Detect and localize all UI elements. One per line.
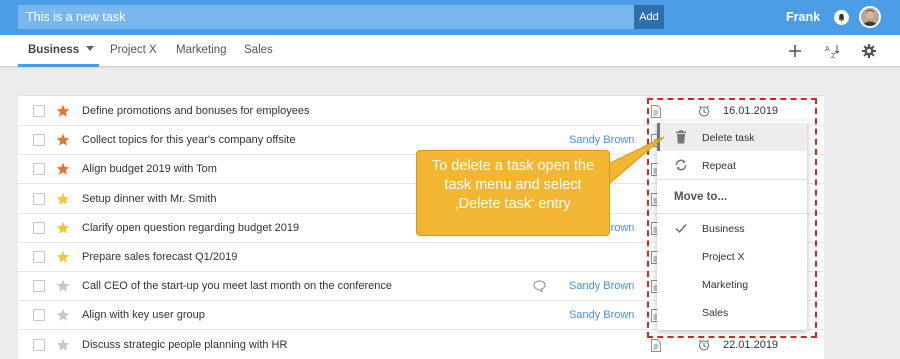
task-title[interactable]: Discuss strategic people planning with H… [82,339,287,351]
chevron-down-icon [86,46,95,51]
task-checkbox[interactable] [33,309,45,322]
star-icon[interactable] [56,308,70,322]
checkmark-icon [675,224,687,234]
svg-text:A: A [825,46,830,53]
move-to-project-x-item[interactable]: Project X [657,242,807,270]
list-tab-bar: Business Project X Marketing Sales A Z [0,35,900,67]
star-icon[interactable] [56,221,70,235]
active-tab-indicator [18,64,99,67]
task-assignee[interactable]: Sandy Brown [569,134,634,146]
task-title[interactable]: Setup dinner with Mr. Smith [82,193,217,205]
note-icon[interactable] [651,338,661,352]
move-to-sales-item[interactable]: Sales [657,298,807,326]
svg-text:Z: Z [831,53,836,59]
alarm-clock-icon [698,105,710,117]
task-title[interactable]: Define promotions and bonuses for employ… [82,105,309,117]
menu-item-label: Marketing [702,279,749,291]
callout-line: To delete a task open the [431,158,595,174]
menu-item-label: Project X [702,251,745,263]
task-checkbox[interactable] [33,134,45,147]
bell-icon[interactable] [834,10,849,25]
tab-sales[interactable]: Sales [244,44,273,56]
move-to-marketing-item[interactable]: Marketing [657,270,807,298]
tab-business[interactable]: Business [28,44,95,56]
gear-icon[interactable] [861,43,877,59]
star-icon[interactable] [56,192,70,206]
menu-item-label: Repeat [702,160,736,172]
task-title[interactable]: Call CEO of the start-up you meet last m… [82,280,392,292]
callout-line: ‚Delete task‘ entry [455,196,571,212]
task-checkbox[interactable] [33,338,45,351]
task-title[interactable]: Align with key user group [82,309,205,321]
plus-icon[interactable] [787,43,803,59]
due-date: 16.01.2019 [723,105,779,117]
task-title[interactable]: Clarify open question regarding budget 2… [82,222,299,234]
task-context-menu: Delete task Repeat Move to... Business P… [657,121,807,330]
avatar[interactable] [859,6,881,28]
task-title[interactable]: Prepare sales forecast Q1/2019 [82,251,237,263]
star-icon[interactable] [56,104,70,118]
due-date: 22.01.2019 [723,338,779,351]
task-checkbox[interactable] [33,221,45,234]
task-checkbox[interactable] [33,163,45,176]
task-assignee[interactable]: Sandy Brown [569,309,634,321]
task-assignee[interactable]: Sandy Brown [569,280,634,292]
star-icon[interactable] [56,250,70,264]
top-bar: Add Frank [0,0,900,35]
tutorial-callout: To delete a task open the task menu and … [416,150,610,236]
alarm-clock-icon [698,339,710,351]
tab-project-x[interactable]: Project X [110,44,157,56]
star-icon[interactable] [56,338,70,352]
task-row[interactable]: Discuss strategic people planning with H… [18,331,824,359]
star-icon[interactable] [56,162,70,176]
trash-icon [676,130,686,144]
star-icon[interactable] [56,133,70,147]
delete-task-menu-item[interactable]: Delete task [657,123,807,151]
menu-item-label: Sales [702,307,729,319]
new-task-input[interactable] [18,5,634,29]
sort-az-icon[interactable]: A Z [824,43,840,59]
star-icon[interactable] [56,279,70,293]
tab-label: Business [28,44,80,56]
move-to-heading: Move to... [674,191,728,203]
move-to-business-item[interactable]: Business [657,214,807,242]
menu-divider [657,179,807,180]
task-checkbox[interactable] [33,105,45,117]
task-title[interactable]: Align budget 2019 with Tom [82,163,217,175]
menu-item-label: Delete task [702,132,755,144]
tab-marketing[interactable]: Marketing [176,44,227,56]
user-name[interactable]: Frank [786,10,820,24]
note-icon[interactable] [651,105,661,118]
task-title[interactable]: Collect topics for this year's company o… [82,134,295,146]
repeat-menu-item[interactable]: Repeat [657,151,807,179]
repeat-icon [675,159,687,171]
callout-line: task menu and select [444,177,582,193]
task-checkbox[interactable] [33,192,45,205]
task-checkbox[interactable] [33,251,45,263]
menu-item-label: Business [702,223,745,235]
comment-icon[interactable] [533,280,546,293]
task-checkbox[interactable] [33,280,45,293]
add-task-button[interactable]: Add [634,5,664,29]
